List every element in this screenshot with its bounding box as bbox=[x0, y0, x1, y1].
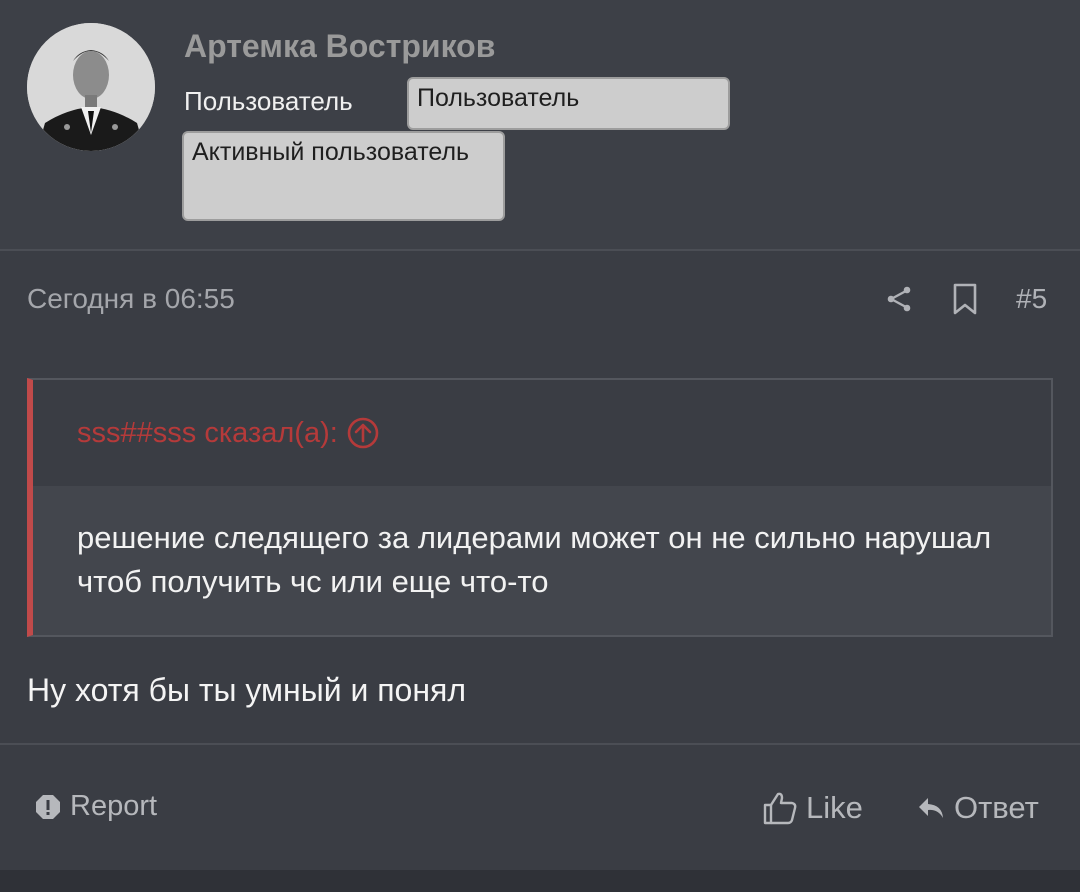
user-badge-user: Пользователь bbox=[407, 77, 730, 130]
next-post-edge bbox=[0, 870, 1080, 892]
quote-author-link[interactable]: sss##sss сказал(а): bbox=[77, 416, 380, 450]
report-label[interactable]: Report bbox=[70, 790, 157, 823]
exclamation-icon bbox=[36, 794, 60, 819]
like-label[interactable]: Like bbox=[806, 790, 863, 826]
quote-header: sss##sss сказал(а): bbox=[33, 380, 1051, 486]
quote-text: решение следящего за лидерами может он н… bbox=[77, 520, 992, 599]
quote-author-text[interactable]: sss##sss сказал(а): bbox=[77, 417, 338, 450]
bookmark-icon[interactable] bbox=[952, 283, 978, 315]
thumbs-up-icon bbox=[763, 792, 797, 825]
user-badge-active: Активный пользователь bbox=[182, 131, 505, 221]
reply-arrow-icon bbox=[919, 798, 943, 818]
reply-button[interactable]: Ответ bbox=[916, 790, 1039, 826]
author-name[interactable]: Артемка Востриков bbox=[184, 28, 495, 65]
post-message: Ну хотя бы ты умный и понял bbox=[27, 672, 467, 708]
post-author-header: Артемка Востриков Пользователь Пользоват… bbox=[0, 0, 1080, 251]
post-date[interactable]: Сегодня в 06:55 bbox=[27, 283, 235, 315]
arrow-up-circle-icon[interactable] bbox=[346, 416, 380, 450]
quote-body: решение следящего за лидерами может он н… bbox=[33, 486, 1051, 635]
like-button[interactable]: Like bbox=[762, 790, 863, 826]
share-icon[interactable] bbox=[884, 284, 914, 314]
post-number[interactable]: #5 bbox=[1016, 283, 1047, 315]
avatar[interactable] bbox=[27, 23, 155, 151]
report-button[interactable]: Report bbox=[34, 790, 157, 823]
quote-block: sss##sss сказал(а): решение следящего за… bbox=[27, 378, 1053, 637]
author-role-label: Пользователь bbox=[184, 86, 353, 116]
reply-label[interactable]: Ответ bbox=[954, 790, 1039, 826]
